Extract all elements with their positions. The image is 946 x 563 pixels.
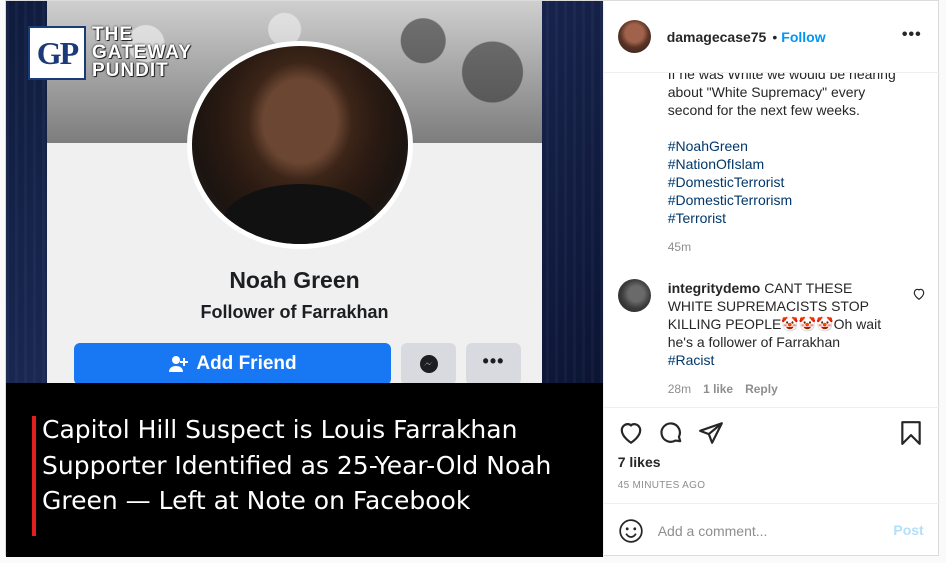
reply-button[interactable]: Reply	[745, 382, 778, 396]
headline-banner: Capitol Hill Suspect is Louis Farrakhan …	[6, 383, 603, 557]
commenter-avatar[interactable]	[617, 279, 651, 312]
commenter-username[interactable]: integritydemo	[668, 280, 761, 296]
profile-subtitle: Follower of Farrakhan	[200, 302, 389, 322]
caption-line: If he was White we would be hearing	[667, 73, 896, 82]
profile-more-label: •••	[482, 350, 505, 371]
bookmark-icon[interactable]	[898, 420, 924, 446]
caption-timestamp[interactable]: 45m	[668, 240, 691, 254]
author-avatar[interactable]	[617, 20, 651, 53]
add-friend-icon	[169, 356, 189, 372]
heart-icon[interactable]	[618, 420, 644, 446]
post-comment-button[interactable]: Post	[893, 522, 923, 538]
profile-photo-shirt	[222, 184, 378, 244]
post-actions: 7 likes 45 MINUTES AGO	[603, 407, 940, 503]
comment-hashtag[interactable]: #Racist	[668, 352, 715, 368]
more-options-button[interactable]: •••	[902, 26, 922, 44]
comment-likes[interactable]: 1 like	[703, 382, 733, 396]
hashtag-link[interactable]: #DomesticTerrorism	[668, 191, 918, 209]
add-friend-label: Add Friend	[196, 353, 297, 374]
share-icon[interactable]	[698, 420, 724, 446]
comment-time[interactable]: 28m	[668, 382, 691, 396]
caption-hashtags: #NoahGreen #NationOfIslam #DomesticTerro…	[668, 137, 918, 227]
comment-input[interactable]	[657, 522, 868, 539]
post-sidebar: damagecase75 • Follow ••• If he was Whit…	[602, 1, 940, 557]
headline-accent-bar	[32, 416, 36, 536]
comments-section[interactable]: If he was White we would be hearing abou…	[604, 73, 940, 407]
follow-button[interactable]: Follow	[781, 29, 825, 45]
post-image[interactable]: Noah Green Follower of Farrakhan Add Fri…	[6, 1, 603, 557]
header-separator: •	[772, 28, 778, 45]
profile-photo	[192, 46, 408, 244]
caption-line: second for the next few weeks.	[667, 102, 860, 118]
headline-text: Capitol Hill Suspect is Louis Farrakhan …	[42, 415, 552, 515]
comment-like-heart-icon[interactable]	[912, 287, 926, 301]
post-time-ago[interactable]: 45 MINUTES AGO	[618, 480, 706, 491]
profile-more-button: •••	[466, 343, 521, 383]
messenger-icon	[419, 355, 438, 373]
hashtag-link[interactable]: #DomesticTerrorist	[668, 173, 918, 191]
add-friend-button: Add Friend	[74, 343, 391, 383]
comment-icon[interactable]	[658, 420, 684, 446]
caption-line: about "White Supremacy" every	[667, 84, 866, 100]
emoji-icon[interactable]	[618, 518, 644, 544]
messenger-button	[401, 343, 456, 383]
gateway-pundit-logo: GP THE GATEWAY PUNDIT	[28, 25, 192, 81]
profile-name: Noah Green	[229, 267, 360, 293]
logo-badge: GP	[28, 26, 86, 80]
post-header: damagecase75 • Follow •••	[603, 1, 940, 73]
logo-words: THE GATEWAY PUNDIT	[92, 25, 192, 81]
logo-word: PUNDIT	[92, 60, 169, 81]
author-username[interactable]: damagecase75	[667, 29, 767, 45]
likes-count[interactable]: 7 likes	[618, 454, 661, 470]
add-comment-bar: Post	[603, 503, 940, 557]
instagram-post-modal: Noah Green Follower of Farrakhan Add Fri…	[5, 0, 940, 557]
hashtag-link[interactable]: #Terrorist	[668, 209, 918, 227]
comment-meta: 28m 1 like Reply	[668, 382, 778, 396]
hashtag-link[interactable]: #NoahGreen	[668, 137, 918, 155]
caption-text: If he was White we would be hearing abou…	[668, 73, 918, 119]
comment-body: integritydemo CANT THESE WHITE SUPREMACI…	[668, 279, 898, 369]
hashtag-link[interactable]: #NationOfIslam	[668, 155, 918, 173]
